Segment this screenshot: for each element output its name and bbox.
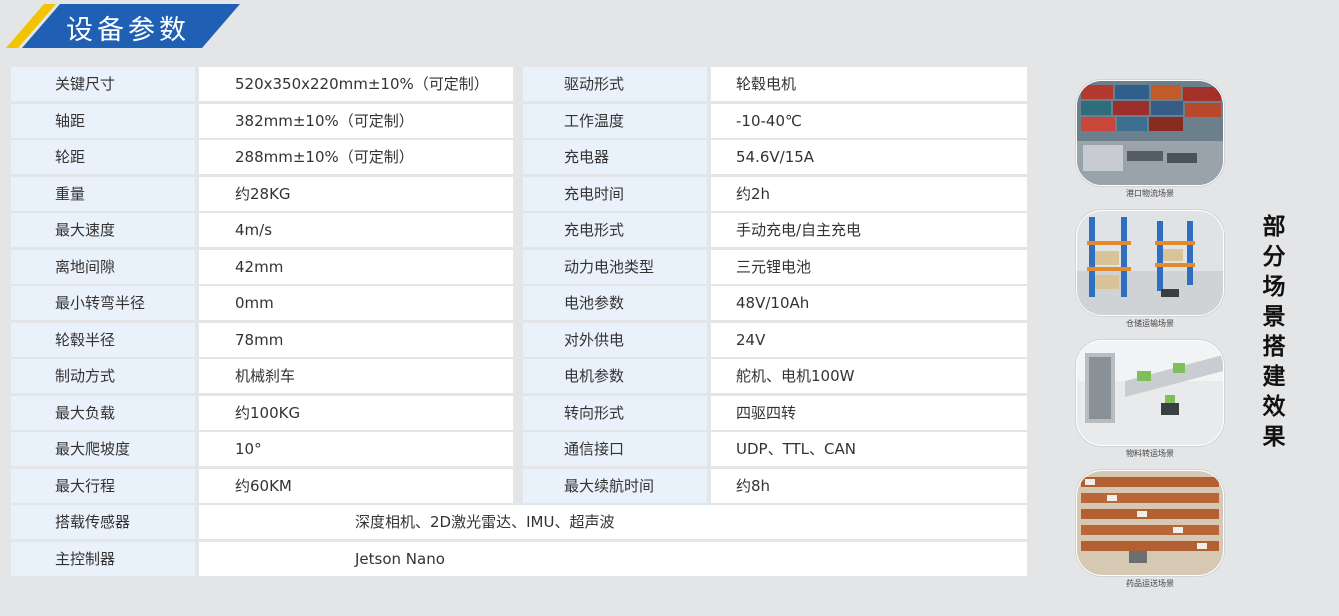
scene-caption: 物料转运场景 (1126, 449, 1174, 458)
spec-label: 工作温度 (523, 103, 707, 138)
spec-label: 转向形式 (523, 395, 707, 430)
spec-value: 约100KG (199, 395, 513, 430)
spec-label: 最大负载 (11, 395, 195, 430)
spec-label: 离地间隙 (11, 249, 195, 284)
table-row: 最大行程 约60KM 最大续航时间 约8h (11, 468, 1027, 505)
spec-value: 约8h (711, 468, 1027, 503)
spec-value: 10° (199, 432, 513, 466)
spec-label: 充电形式 (523, 213, 707, 247)
table-row: 重量 约28KG 充电时间 约2h (11, 176, 1027, 213)
scene-card-material: 物料转运场景 (1076, 340, 1224, 459)
spec-label: 最大行程 (11, 468, 195, 503)
spec-label: 重量 (11, 176, 195, 211)
spec-label: 充电器 (523, 140, 707, 174)
spec-value: 轮毂电机 (711, 67, 1027, 101)
spec-value: Jetson Nano (199, 541, 1027, 576)
spec-label: 主控制器 (11, 541, 195, 576)
scene-caption: 药品运送场景 (1126, 579, 1174, 588)
spec-label: 轮毂半径 (11, 322, 195, 357)
table-row: 关键尺寸 520x350x220mm±10%（可定制） 驱动形式 轮毂电机 (11, 66, 1027, 103)
spec-value: UDP、TTL、CAN (711, 432, 1027, 466)
table-row: 最大速度 4m/s 充电形式 手动充电/自主充电 (11, 212, 1027, 249)
spec-label: 电机参数 (523, 359, 707, 393)
spec-label: 电池参数 (523, 286, 707, 320)
spec-value: 54.6V/15A (711, 140, 1027, 174)
spec-label: 最大爬坡度 (11, 432, 195, 466)
spec-value: 舵机、电机100W (711, 359, 1027, 393)
spec-label: 最大速度 (11, 213, 195, 247)
spec-label: 最小转弯半径 (11, 286, 195, 320)
spec-label: 充电时间 (523, 176, 707, 211)
scene-caption: 仓储运输场景 (1126, 319, 1174, 328)
spec-value: 0mm (199, 286, 513, 320)
spec-label: 搭载传感器 (11, 505, 195, 539)
scene-card-port: 港口物流场景 (1076, 80, 1224, 199)
scene-card-pharmacy: 药品运送场景 (1076, 470, 1224, 589)
warehouse-scene-image (1076, 210, 1224, 316)
table-row: 最大爬坡度 10° 通信接口 UDP、TTL、CAN (11, 431, 1027, 468)
spec-label: 轴距 (11, 103, 195, 138)
spec-value: 288mm±10%（可定制） (199, 140, 513, 174)
spec-label: 最大续航时间 (523, 468, 707, 503)
scene-caption: 港口物流场景 (1126, 189, 1174, 198)
pharmacy-scene-image (1076, 470, 1224, 576)
spec-value: 520x350x220mm±10%（可定制） (199, 67, 513, 101)
table-row: 最小转弯半径 0mm 电池参数 48V/10Ah (11, 285, 1027, 322)
spec-value: 42mm (199, 249, 513, 284)
spec-value: 48V/10Ah (711, 286, 1027, 320)
table-row: 最大负载 约100KG 转向形式 四驱四转 (11, 395, 1027, 432)
table-row: 主控制器 Jetson Nano (11, 541, 1027, 578)
spec-label: 制动方式 (11, 359, 195, 393)
table-row: 轮毂半径 78mm 对外供电 24V (11, 322, 1027, 359)
spec-value: 78mm (199, 322, 513, 357)
section-header-banner: 设备参数 (0, 0, 240, 50)
spec-value: 约2h (711, 176, 1027, 211)
spec-value: 约60KM (199, 468, 513, 503)
side-title: 部分场景搭建效果 (1262, 213, 1286, 450)
port-scene-image (1076, 80, 1224, 186)
spec-label: 驱动形式 (523, 67, 707, 101)
spec-value: 24V (711, 322, 1027, 357)
spec-label: 通信接口 (523, 432, 707, 466)
spec-value: 约28KG (199, 176, 513, 211)
table-row: 离地间隙 42mm 动力电池类型 三元锂电池 (11, 249, 1027, 286)
spec-value: 四驱四转 (711, 395, 1027, 430)
spec-label: 动力电池类型 (523, 249, 707, 284)
material-transfer-scene-image (1076, 340, 1224, 446)
table-row: 轴距 382mm±10%（可定制） 工作温度 -10-40℃ (11, 103, 1027, 140)
spec-label: 关键尺寸 (11, 67, 195, 101)
table-row: 制动方式 机械刹车 电机参数 舵机、电机100W (11, 358, 1027, 395)
table-row: 搭载传感器 深度相机、2D激光雷达、IMU、超声波 (11, 504, 1027, 541)
spec-label: 轮距 (11, 140, 195, 174)
spec-value: 三元锂电池 (711, 249, 1027, 284)
scene-card-warehouse: 仓储运输场景 (1076, 210, 1224, 329)
spec-value: 深度相机、2D激光雷达、IMU、超声波 (199, 505, 1027, 539)
spec-value: -10-40℃ (711, 103, 1027, 138)
spec-value: 382mm±10%（可定制） (199, 103, 513, 138)
spec-value: 4m/s (199, 213, 513, 247)
table-row: 轮距 288mm±10%（可定制） 充电器 54.6V/15A (11, 139, 1027, 176)
spec-table: 关键尺寸 520x350x220mm±10%（可定制） 驱动形式 轮毂电机 轴距… (11, 66, 1027, 577)
spec-value: 机械刹车 (199, 359, 513, 393)
spec-value: 手动充电/自主充电 (711, 213, 1027, 247)
spec-label: 对外供电 (523, 322, 707, 357)
page-title: 设备参数 (66, 15, 190, 46)
